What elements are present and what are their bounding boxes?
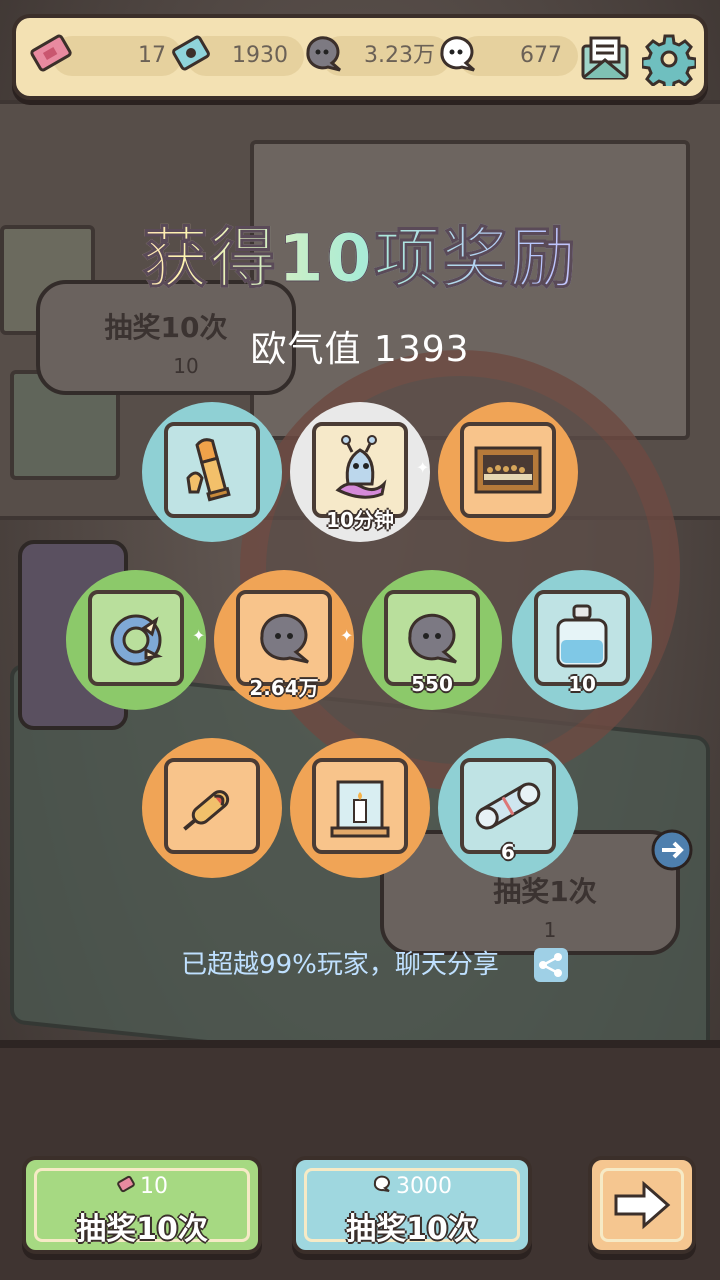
stamp-icon (172, 35, 210, 71)
scroll-icon (475, 782, 541, 830)
ticket-icon (30, 34, 72, 72)
draw10-coin-label: 抽奖10次 (346, 1212, 478, 1247)
draw10-ticket-cost: 10 (140, 1174, 168, 1199)
sparkle-icon: ✦ (192, 626, 206, 645)
button-cost: 3000 (296, 1174, 528, 1200)
draw10-ticket-button[interactable]: 10 抽奖10次 (22, 1156, 262, 1254)
bg-draw1-cost: 1 (543, 918, 557, 942)
reward-qty: 6 (501, 840, 515, 864)
sparkle-icon: ✦ (416, 458, 430, 477)
gear-icon[interactable] (642, 32, 696, 86)
candle-cube-icon (330, 780, 390, 838)
reward-item[interactable] (142, 402, 282, 542)
reward-item[interactable]: 10分钟 ✦ (290, 402, 430, 542)
arrow-right-icon (614, 1180, 671, 1230)
reward-card (460, 422, 556, 518)
draw10-coin-button[interactable]: 3000 抽奖10次 (292, 1156, 532, 1254)
reward-item[interactable] (142, 738, 282, 878)
bg-draw1-label: 抽奖1次 (493, 875, 597, 908)
bullet-icon (186, 438, 231, 502)
share-icon[interactable] (532, 946, 570, 984)
reward-qty: 2.64万 (249, 676, 319, 700)
reward-card (312, 758, 408, 854)
reward-card (164, 758, 260, 854)
corn-dog-icon (183, 790, 230, 831)
continue-button[interactable] (588, 1156, 696, 1254)
reward-card (88, 590, 184, 686)
dartboard (240, 350, 680, 790)
sparkle-icon: ✦ (340, 626, 354, 645)
coin-blob-icon (306, 36, 341, 72)
draw10-coin-cost: 3000 (396, 1174, 452, 1199)
reward-item[interactable]: 6 (438, 738, 578, 878)
reward-title: 获得10项奖励 (0, 205, 720, 301)
currency-bar: 17 1930 3.23万 677 (12, 14, 708, 100)
reward-qty: 10 (568, 672, 596, 696)
ticket-icon (116, 1174, 136, 1200)
reward-item[interactable]: 10 (512, 570, 652, 710)
painting-icon (474, 446, 542, 494)
reward-qty: 10分钟 (326, 508, 394, 532)
slug-icon (335, 435, 387, 499)
reward-item[interactable]: ✦ (66, 570, 206, 710)
reward-item[interactable] (290, 738, 430, 878)
mail-icon[interactable] (578, 32, 632, 86)
potion-bottle-icon (556, 604, 608, 668)
arrow-right-circle-icon (651, 829, 693, 871)
ghost-icon (440, 36, 475, 72)
reward-qty: 550 (411, 672, 453, 696)
reward-item[interactable]: 550 (362, 570, 502, 710)
ghost-icon (372, 1174, 392, 1200)
luck-value: 欧气值 1393 (250, 329, 470, 370)
reward-card (164, 422, 260, 518)
draw10-ticket-label: 抽奖10次 (76, 1212, 208, 1247)
share-message[interactable]: 已超越99%玩家，聊天分享 (0, 944, 720, 981)
claw-amulet-icon (110, 614, 163, 666)
reward-item[interactable]: 2.64万 ✦ (214, 570, 354, 710)
coin-blob-icon (408, 613, 457, 664)
button-cost: 10 (26, 1174, 258, 1200)
reward-item[interactable] (438, 402, 578, 542)
coin-blob-icon (260, 613, 309, 664)
